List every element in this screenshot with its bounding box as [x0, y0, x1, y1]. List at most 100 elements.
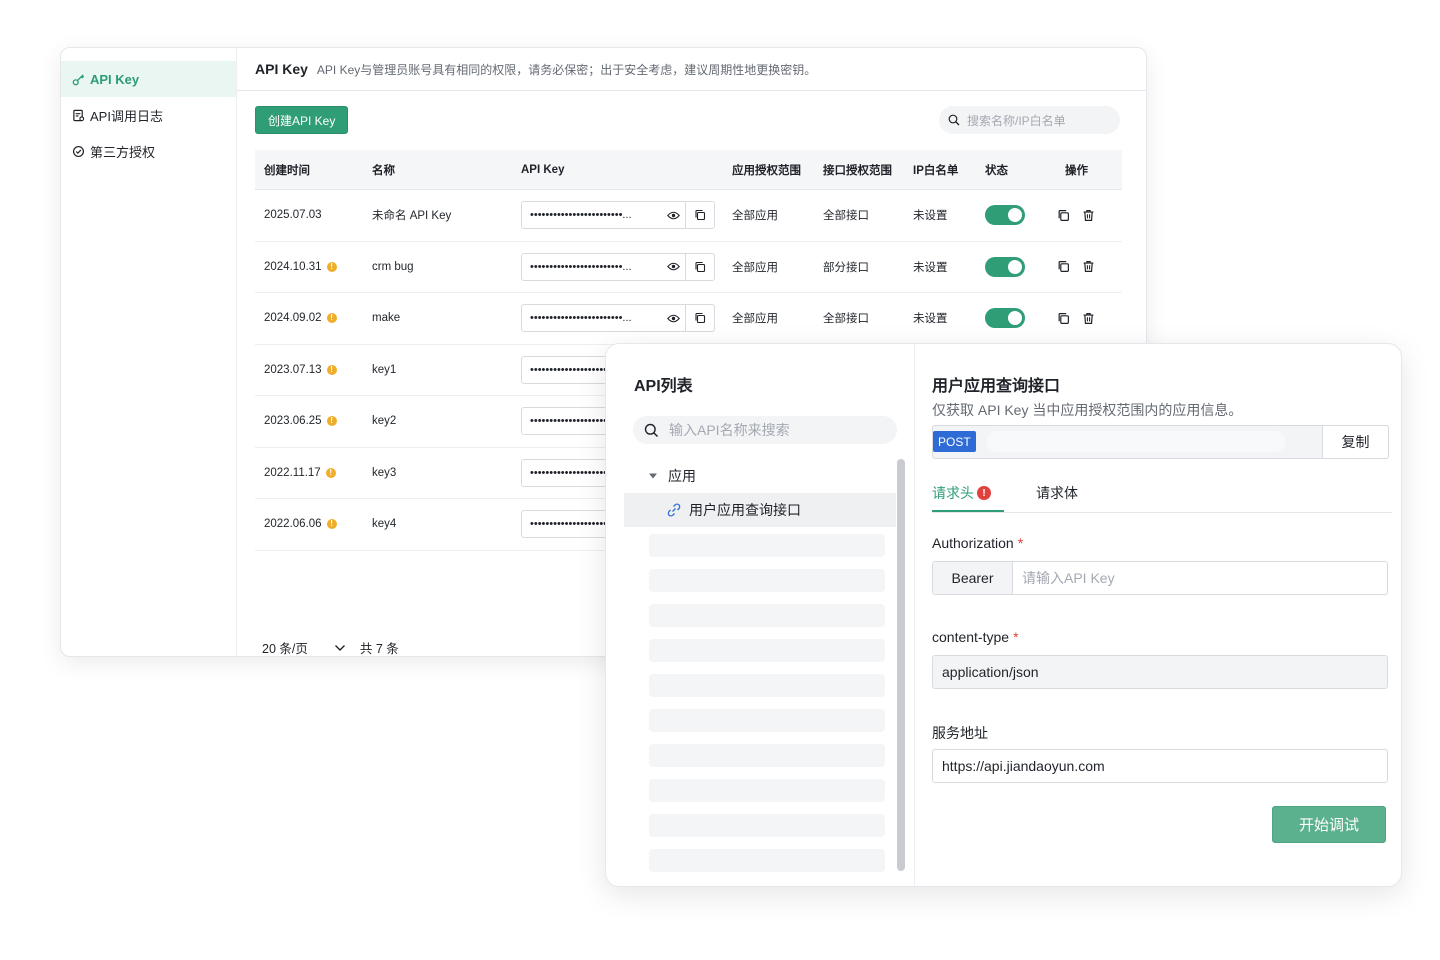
content-type-field: application/json: [932, 655, 1388, 689]
api-key-mask: ••••••••••••••••••••••••...: [530, 260, 632, 273]
name-cell: key1: [372, 363, 397, 376]
tab-label: 请求体: [1036, 485, 1078, 501]
list-item-placeholder: [649, 639, 885, 662]
eye-icon[interactable]: [661, 262, 685, 271]
create-api-key-button[interactable]: 创建API Key: [255, 106, 349, 134]
list-item-placeholder: [649, 534, 885, 557]
status-toggle[interactable]: [985, 205, 1025, 226]
created-cell: 2024.10.31!: [255, 261, 372, 273]
ip-whitelist-cell: 未设置: [913, 313, 948, 326]
warning-icon: !: [326, 313, 337, 324]
api-list-title: API列表: [634, 378, 693, 395]
copy-url-button[interactable]: 复制: [1322, 425, 1389, 459]
list-item-placeholder: [649, 814, 885, 837]
status-cell: [985, 205, 1055, 226]
copy-icon[interactable]: [1057, 260, 1070, 273]
name-cell: make: [372, 312, 401, 325]
sidebar-item-third-party[interactable]: 第三方授权: [61, 133, 236, 169]
copy-icon[interactable]: [685, 202, 714, 229]
api-key-field[interactable]: ••••••••••••••••••••••••...: [521, 252, 715, 281]
eye-icon[interactable]: [661, 314, 685, 323]
table-header: 创建时间 名称 API Key 应用授权范围 接口授权范围 IP白名单 状态 操…: [255, 150, 1122, 190]
sidebar-item-label: API Key: [90, 71, 140, 87]
actions-cell: [1055, 312, 1115, 325]
list-item-placeholder: [649, 709, 885, 732]
eye-icon[interactable]: [661, 211, 685, 220]
request-url-field[interactable]: [987, 431, 1285, 452]
api-search-input[interactable]: 输入API名称来搜索: [633, 416, 897, 444]
api-list-scrollbar[interactable]: [897, 459, 905, 871]
api-key-input[interactable]: 请输入API Key: [1013, 568, 1115, 588]
api-debug-window: API列表 输入API名称来搜索 应用 用户应用查询接口 用户应用查询接口 仅获…: [605, 343, 1402, 887]
copy-icon[interactable]: [1057, 312, 1070, 325]
api-key-field[interactable]: ••••••••••••••••••••••••...: [521, 304, 715, 333]
trash-icon[interactable]: [1082, 312, 1095, 325]
ip-whitelist-cell: 未设置: [913, 210, 948, 223]
search-input[interactable]: 搜索名称/IP白名单: [939, 106, 1120, 134]
status-toggle[interactable]: [985, 256, 1025, 277]
key-icon: [72, 73, 85, 85]
tree-item-label: 用户应用查询接口: [689, 502, 801, 518]
api-scope-cell: 全部接口: [823, 210, 869, 223]
ip-whitelist-cell: 未设置: [913, 261, 948, 274]
actions-cell: [1055, 209, 1115, 222]
sidebar-item-api-log[interactable]: API调用日志: [61, 97, 236, 133]
tree-group-label: 应用: [668, 468, 696, 484]
created-date: 2024.10.31: [264, 260, 322, 273]
page-title: API Key: [255, 61, 308, 77]
tree-item-user-app-query[interactable]: 用户应用查询接口: [624, 493, 896, 527]
created-date: 2023.06.25: [264, 415, 322, 428]
created-date: 2024.09.02: [264, 312, 322, 325]
actions-cell: [1055, 260, 1115, 273]
app-scope-cell: 全部应用: [732, 210, 778, 223]
api-key-field[interactable]: ••••••••••••••••••••••••...: [521, 201, 715, 230]
name-cell: key4: [372, 518, 397, 531]
table-row: 2024.10.31! crm bug ••••••••••••••••••••••…: [255, 242, 1122, 293]
list-item-placeholder: [649, 779, 885, 802]
pagination: 20 条/页 共 7 条: [262, 638, 399, 656]
copy-icon[interactable]: [685, 305, 714, 332]
authorization-label-text: Authorization: [932, 535, 1014, 551]
service-address-label: 服务地址: [932, 725, 988, 741]
search-placeholder: 搜索名称/IP白名单: [967, 113, 1066, 128]
status-cell: [985, 256, 1055, 277]
copy-icon[interactable]: [685, 253, 714, 280]
required-mark: *: [1017, 535, 1024, 551]
copy-icon[interactable]: [1057, 209, 1070, 222]
warning-icon: !: [325, 467, 336, 478]
http-method-badge: POST: [933, 431, 976, 452]
required-mark: *: [1013, 629, 1019, 645]
column-header: 名称: [372, 164, 395, 177]
tab-request-headers[interactable]: 请求头 !: [932, 483, 1004, 512]
trash-icon[interactable]: [1082, 260, 1095, 273]
content-type-label-text: content-type: [932, 629, 1010, 645]
warning-icon: !: [326, 261, 337, 272]
chevron-down-icon[interactable]: [334, 644, 346, 652]
api-key-mask: ••••••••••••••••••••••••...: [530, 209, 632, 222]
created-cell: 2025.07.03: [255, 209, 372, 221]
column-header: 创建时间: [264, 164, 310, 177]
column-header: IP白名单: [913, 164, 959, 177]
bearer-prefix: Bearer: [933, 562, 1013, 594]
table-row: 2024.09.02! make ••••••••••••••••••••••••.…: [255, 293, 1122, 345]
service-address-input[interactable]: https://api.jiandaoyun.com: [932, 749, 1388, 783]
app-scope-cell: 全部应用: [732, 313, 778, 326]
list-item-placeholder: [649, 744, 885, 767]
api-detail-pane: 用户应用查询接口 仅获取 API Key 当中应用授权范围内的应用信息。 POS…: [915, 344, 1401, 886]
list-item-placeholder: [649, 849, 885, 872]
log-icon: [73, 109, 85, 121]
start-debug-button[interactable]: 开始调试: [1272, 806, 1386, 843]
created-date: 2022.11.17: [264, 466, 321, 479]
sidebar-item-api-key[interactable]: API Key: [61, 61, 236, 97]
created-cell: 2023.06.25!: [255, 415, 372, 427]
created-date: 2022.06.06: [264, 518, 322, 531]
authorization-field: Bearer 请输入API Key: [932, 561, 1388, 595]
tree-group-app[interactable]: 应用: [648, 466, 696, 486]
key-cell: ••••••••••••••••••••••••...: [521, 201, 732, 230]
tab-request-body[interactable]: 请求体: [1036, 483, 1078, 503]
api-search-placeholder: 输入API名称来搜索: [669, 422, 790, 438]
status-toggle[interactable]: [985, 308, 1025, 329]
page-size-select[interactable]: 20 条/页: [262, 638, 308, 656]
request-tabs: 请求头 ! 请求体: [932, 479, 1392, 513]
trash-icon[interactable]: [1082, 209, 1095, 222]
